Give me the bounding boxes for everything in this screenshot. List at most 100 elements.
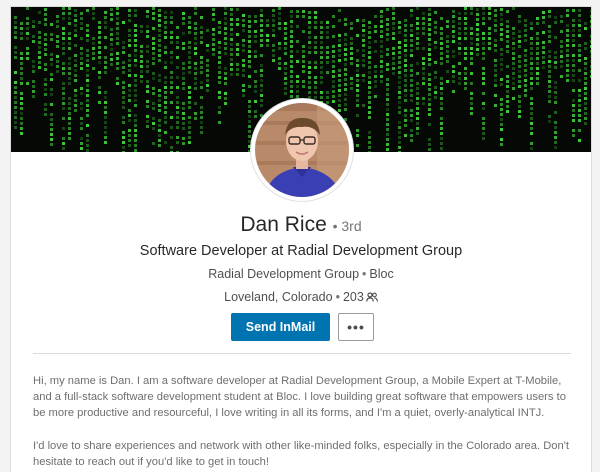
code-glyph — [572, 89, 575, 92]
code-glyph — [146, 50, 149, 53]
code-glyph — [434, 86, 437, 89]
code-glyph — [584, 87, 587, 90]
code-glyph — [404, 114, 407, 117]
code-glyph — [218, 91, 221, 94]
code-glyph — [104, 91, 107, 94]
code-glyph — [326, 61, 329, 64]
code-glyph — [320, 91, 323, 94]
code-glyph — [86, 74, 89, 77]
connections-link[interactable]: 203 — [343, 290, 378, 304]
code-glyph — [350, 82, 353, 85]
code-glyph — [68, 72, 71, 75]
code-glyph — [86, 9, 89, 12]
code-glyph — [320, 61, 323, 64]
code-glyph — [128, 114, 131, 117]
code-glyph — [50, 128, 53, 131]
code-glyph — [464, 72, 467, 75]
code-glyph — [590, 55, 591, 58]
code-glyph — [302, 15, 305, 18]
code-glyph — [182, 62, 185, 65]
company-education[interactable]: Bloc — [369, 267, 393, 281]
code-glyph — [494, 9, 497, 12]
code-glyph — [386, 108, 389, 111]
code-glyph — [542, 31, 545, 34]
code-glyph — [482, 37, 485, 40]
code-glyph — [224, 72, 227, 75]
code-glyph — [500, 13, 503, 16]
code-glyph — [410, 134, 413, 137]
more-actions-button[interactable]: ••• — [338, 313, 374, 341]
code-glyph — [368, 106, 371, 109]
code-glyph — [188, 71, 191, 74]
code-glyph — [206, 79, 209, 82]
code-glyph — [44, 113, 47, 116]
code-glyph — [32, 35, 35, 38]
code-glyph — [386, 88, 389, 91]
code-glyph — [530, 142, 533, 145]
code-glyph — [110, 18, 113, 21]
code-glyph — [182, 112, 185, 115]
code-glyph — [104, 131, 107, 134]
code-glyph — [326, 21, 329, 24]
code-glyph — [398, 61, 401, 64]
code-glyph — [386, 78, 389, 81]
code-glyph — [416, 127, 419, 130]
code-glyph — [374, 95, 377, 98]
code-glyph — [494, 44, 497, 47]
code-glyph — [416, 102, 419, 105]
code-glyph — [548, 120, 551, 123]
code-glyph — [368, 151, 371, 152]
profile-headline: Software Developer at Radial Development… — [139, 243, 463, 259]
code-glyph — [410, 64, 413, 67]
code-glyph — [122, 131, 125, 134]
code-glyph — [500, 8, 503, 11]
code-glyph — [242, 29, 245, 32]
code-glyph — [182, 142, 185, 145]
code-glyph — [422, 82, 425, 85]
code-glyph — [362, 44, 365, 47]
code-glyph — [386, 38, 389, 41]
code-glyph — [578, 119, 581, 122]
code-glyph — [68, 62, 71, 65]
code-glyph — [392, 17, 395, 20]
code-glyph — [266, 44, 269, 47]
code-glyph — [512, 67, 515, 70]
code-glyph — [554, 146, 557, 149]
code-glyph — [482, 122, 485, 125]
code-glyph — [170, 76, 173, 79]
code-glyph — [440, 137, 443, 140]
code-glyph — [62, 67, 65, 70]
code-glyph — [56, 20, 59, 23]
code-glyph — [146, 10, 149, 13]
code-glyph — [86, 99, 89, 102]
code-glyph — [44, 108, 47, 111]
code-glyph — [560, 30, 563, 33]
code-glyph — [434, 26, 437, 29]
profile-photo[interactable] — [251, 99, 353, 201]
code-glyph — [290, 80, 293, 83]
code-glyph — [134, 14, 137, 17]
code-glyph — [260, 74, 263, 77]
code-glyph — [170, 31, 173, 34]
code-glyph — [386, 23, 389, 26]
code-glyph — [20, 107, 23, 110]
code-glyph — [464, 52, 467, 55]
code-glyph — [260, 69, 263, 72]
code-glyph — [584, 117, 587, 120]
code-glyph — [74, 19, 77, 22]
code-glyph — [422, 12, 425, 15]
send-inmail-button[interactable]: Send InMail — [231, 313, 330, 341]
code-glyph — [506, 85, 509, 88]
company-current[interactable]: Radial Development Group — [208, 267, 359, 281]
code-glyph — [464, 77, 467, 80]
code-glyph — [590, 60, 591, 63]
code-glyph — [62, 92, 65, 95]
code-glyph — [68, 32, 71, 35]
code-glyph — [74, 29, 77, 32]
code-glyph — [20, 67, 23, 70]
code-glyph — [116, 12, 119, 15]
code-glyph — [134, 134, 137, 137]
code-glyph — [428, 73, 431, 76]
code-glyph — [554, 21, 557, 24]
code-glyph — [428, 53, 431, 56]
